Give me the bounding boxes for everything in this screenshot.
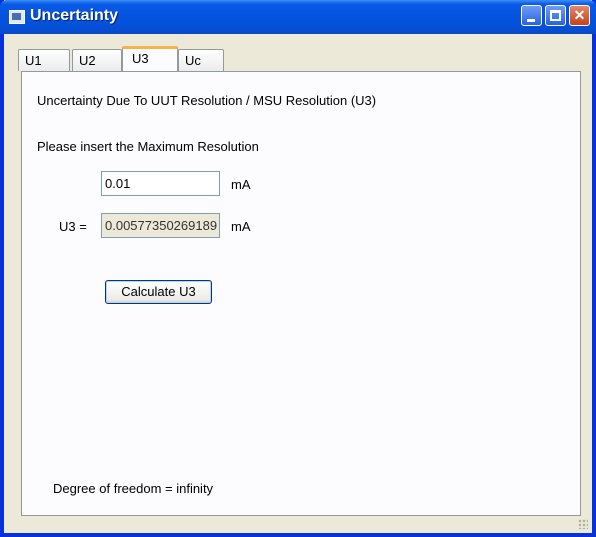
instruction-label: Please insert the Maximum Resolution <box>37 139 259 154</box>
tab-label: Uc <box>185 53 201 68</box>
result-unit-label: mA <box>231 219 251 234</box>
minimize-icon <box>527 19 535 22</box>
panel-heading: Uncertainty Due To UUT Resolution / MSU … <box>37 93 377 108</box>
tab-u1[interactable]: U1 <box>18 49 70 71</box>
max-resolution-input[interactable]: 0.01 <box>101 171 220 196</box>
calculate-u3-button[interactable]: Calculate U3 <box>105 280 212 304</box>
tab-label: U1 <box>25 53 42 68</box>
close-icon: ✕ <box>573 7 586 23</box>
resize-grip-icon[interactable] <box>578 519 588 529</box>
u3-result-label: U3 = <box>59 219 87 234</box>
u3-result-field[interactable]: 0.00577350269189 <box>101 213 220 238</box>
maximize-button[interactable] <box>545 5 566 26</box>
degree-of-freedom-label: Degree of freedom = infinity <box>53 481 214 496</box>
close-button[interactable]: ✕ <box>569 5 590 26</box>
tab-label: U3 <box>132 51 149 66</box>
tab-u3[interactable]: U3 <box>122 46 178 71</box>
tab-uc[interactable]: Uc <box>178 49 224 71</box>
title-bar[interactable]: Uncertainty ✕ <box>0 0 596 34</box>
tab-u2[interactable]: U2 <box>72 49 122 71</box>
input-unit-label: mA <box>231 177 251 192</box>
maximize-icon <box>550 10 561 21</box>
window-title: Uncertainty <box>30 7 119 24</box>
tab-label: U2 <box>79 53 96 68</box>
minimize-button[interactable] <box>521 5 542 26</box>
app-icon[interactable] <box>9 10 25 24</box>
tab-panel-u3: Uncertainty Due To UUT Resolution / MSU … <box>21 71 581 516</box>
uncertainty-window: Uncertainty ✕ U1 U2 U3 Uc Uncertainty Du… <box>0 0 596 537</box>
